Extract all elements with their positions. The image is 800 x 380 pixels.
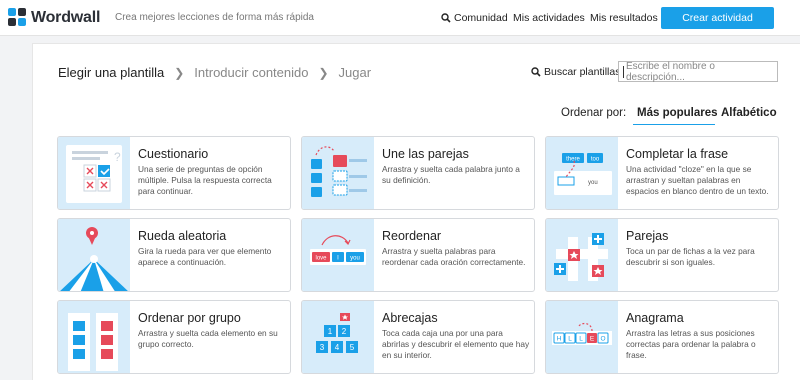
letter-tile: L — [579, 336, 583, 343]
spin-wheel-thumbnail — [58, 219, 130, 291]
match-up-thumbnail — [302, 137, 374, 209]
breadcrumb: Elegir una plantilla ❯ Introducir conten… — [58, 65, 371, 80]
nav-mis-actividades[interactable]: Mis actividades — [513, 12, 585, 24]
logo-text: Wordwall — [31, 9, 101, 26]
template-card-abrecajas[interactable]: 1 2 3 4 5 Abrecajas Toca cada caja una p… — [301, 300, 535, 374]
card-description: Arrastra las letras a sus posiciones cor… — [626, 328, 756, 360]
word-tile: you — [350, 256, 360, 262]
box-number: 5 — [350, 343, 355, 352]
complete-sentence-thumbnail: there too you — [546, 137, 618, 209]
card-description: Toca cada caja una por una para abrirlas… — [382, 328, 530, 360]
box-number: 1 — [328, 327, 333, 336]
nav-comunidad[interactable]: Comunidad — [441, 12, 508, 24]
card-description: Una actividad "cloze" en la que se arras… — [626, 164, 769, 196]
template-card-cuestionario[interactable]: ? Cuestionario Una serie de preguntas de… — [57, 136, 291, 210]
card-title: Abrecajas — [382, 311, 438, 325]
word-tile: there — [566, 157, 580, 163]
chevron-right-icon: ❯ — [174, 65, 185, 80]
template-card-rueda-aleatoria[interactable]: Rueda aleatoria Gira la rueda para ver q… — [57, 218, 291, 292]
svg-text:?: ? — [114, 150, 121, 164]
open-the-box-thumbnail: 1 2 3 4 5 — [302, 301, 374, 373]
sort-option-alphabetical[interactable]: Alfabético — [721, 107, 777, 119]
breadcrumb-step-3: Jugar — [338, 65, 372, 80]
top-bar: Wordwall Crea mejores lecciones de forma… — [0, 0, 800, 36]
matching-pairs-thumbnail — [546, 219, 618, 291]
template-card-parejas[interactable]: Parejas Toca un par de fichas a la vez p… — [545, 218, 779, 292]
letter-tile: O — [600, 336, 605, 343]
box-number: 4 — [335, 343, 340, 352]
card-description: Gira la rueda para ver que elemento apar… — [138, 246, 272, 267]
search-icon — [531, 67, 541, 77]
sort-option-popular[interactable]: Más populares — [637, 107, 718, 119]
card-title: Une las parejas — [382, 147, 469, 161]
search-icon — [441, 13, 451, 23]
card-title: Completar la frase — [626, 147, 729, 161]
logo[interactable]: Wordwall — [8, 8, 100, 28]
template-card-reordenar[interactable]: love I you Reordenar Arrastra y suelta p… — [301, 218, 535, 292]
sort-label: Ordenar por: — [561, 107, 627, 119]
nav-mis-resultados[interactable]: Mis resultados — [590, 12, 658, 24]
group-sort-thumbnail — [58, 301, 130, 373]
card-title: Cuestionario — [138, 147, 209, 161]
logo-icon — [8, 8, 28, 28]
nav-comunidad-label: Comunidad — [454, 12, 508, 24]
template-card-une-las-parejas[interactable]: Une las parejas Arrastra y suelta cada p… — [301, 136, 535, 210]
card-description: Toca un par de fichas a la vez para desc… — [626, 246, 755, 267]
card-description: Una serie de preguntas de opción múltipl… — [138, 164, 272, 196]
card-description: Arrastra y suelta cada elemento en su gr… — [138, 328, 278, 349]
card-title: Ordenar por grupo — [138, 311, 241, 325]
search-label: Buscar plantillas: — [531, 66, 623, 78]
template-card-completar-la-frase[interactable]: there too you Completar la frase Una act… — [545, 136, 779, 210]
tagline: Crea mejores lecciones de forma más rápi… — [115, 12, 314, 23]
letter-tile: H — [557, 336, 562, 343]
word-tile: love — [315, 256, 327, 262]
box-number: 2 — [342, 327, 347, 336]
word-text: you — [588, 180, 598, 186]
unjumble-thumbnail: love I you — [302, 219, 374, 291]
nav-mis-actividades-label: Mis actividades — [513, 12, 585, 24]
word-tile: too — [591, 157, 600, 163]
letter-tile: L — [568, 336, 572, 343]
card-description: Arrastra y suelta cada palabra junto a s… — [382, 164, 520, 185]
template-card-anagrama[interactable]: H L L E O Anagrama Arrastra las letras a… — [545, 300, 779, 374]
create-activity-button[interactable]: Crear actividad — [661, 7, 774, 29]
card-title: Parejas — [626, 229, 669, 243]
card-title: Rueda aleatoria — [138, 229, 227, 243]
search-input[interactable]: Escribe el nombre o descripción... — [618, 60, 778, 83]
nav-mis-resultados-label: Mis resultados — [590, 12, 658, 24]
card-description: Arrastra y suelta palabras para reordena… — [382, 246, 526, 267]
chevron-right-icon: ❯ — [318, 65, 329, 80]
breadcrumb-step-1: Elegir una plantilla — [58, 65, 165, 80]
template-card-ordenar-por-grupo[interactable]: Ordenar por grupo Arrastra y suelta cada… — [57, 300, 291, 374]
card-title: Anagrama — [626, 311, 684, 325]
sort-active-underline — [633, 124, 715, 125]
breadcrumb-step-2: Introducir contenido — [194, 65, 309, 80]
quiz-thumbnail: ? — [58, 137, 130, 209]
search-label-text: Buscar plantillas: — [544, 66, 624, 78]
letter-tile: E — [590, 336, 595, 343]
card-title: Reordenar — [382, 229, 442, 243]
anagram-thumbnail: H L L E O — [546, 301, 618, 373]
box-number: 3 — [320, 343, 325, 352]
search-placeholder: Escribe el nombre o descripción... — [625, 60, 715, 83]
